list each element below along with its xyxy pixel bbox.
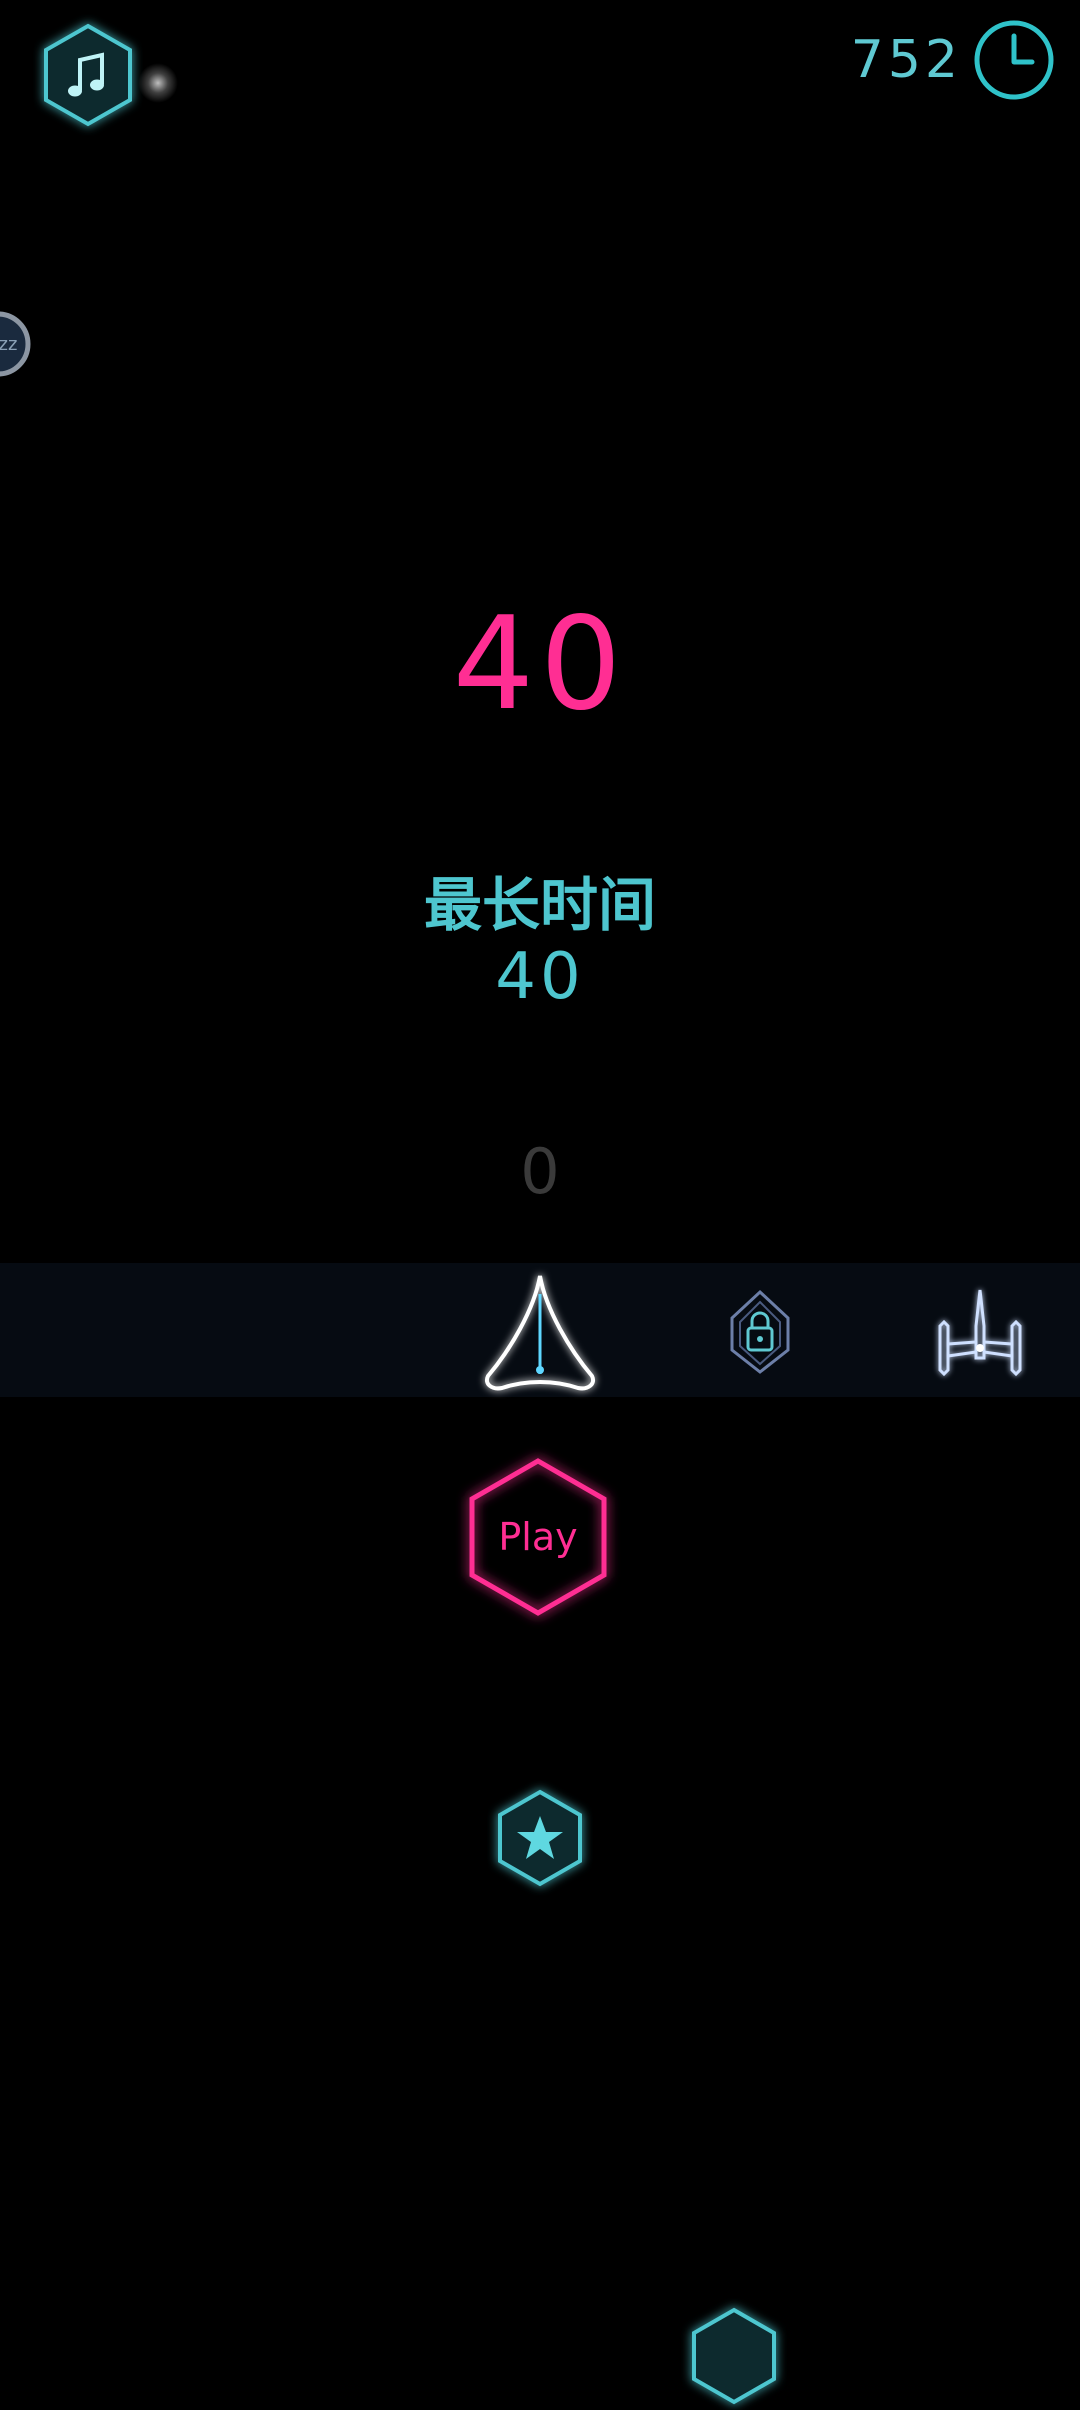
ship-option-arrow[interactable]	[478, 1270, 602, 1396]
music-note-icon	[44, 23, 132, 127]
best-time-value: 40	[495, 940, 585, 1014]
svg-text:zz: zz	[0, 334, 17, 355]
star-icon	[498, 1789, 582, 1887]
current-score: 40	[452, 590, 628, 739]
timer-value: 752	[850, 30, 962, 90]
sleep-button[interactable]: zz	[0, 310, 32, 378]
sparkle-decoration	[138, 63, 178, 103]
clock-icon	[972, 18, 1056, 102]
ship-option-fighter[interactable]	[930, 1286, 1030, 1382]
arrow-ship-icon	[485, 1275, 595, 1391]
coin-count: 0	[520, 1135, 560, 1208]
lock-icon	[746, 1311, 774, 1352]
sleep-icon: zz	[0, 311, 31, 377]
best-time-label: 最长时间	[423, 871, 656, 939]
ship-option-locked[interactable]	[722, 1288, 798, 1376]
music-toggle-button[interactable]	[40, 22, 136, 128]
play-button-label: Play	[498, 1515, 578, 1559]
rate-button[interactable]	[494, 1788, 586, 1888]
fighter-ship-icon	[938, 1289, 1022, 1377]
menu-hex-button[interactable]	[688, 2306, 780, 2406]
